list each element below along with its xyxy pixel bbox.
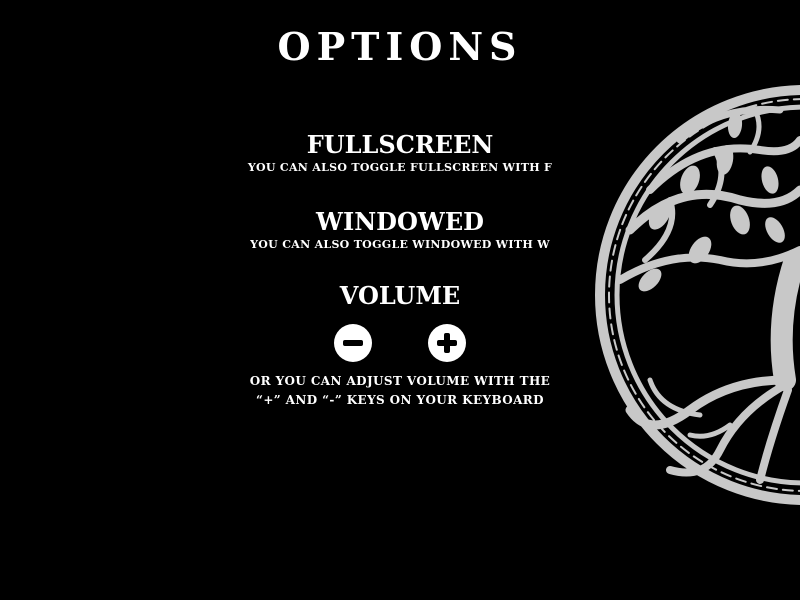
options-screen: OPTIONS FULLSCREEN YOU CAN ALSO TOGGLE F… xyxy=(0,0,800,600)
plus-icon xyxy=(437,333,457,353)
page-title: OPTIONS xyxy=(277,24,523,69)
tree-of-life-icon xyxy=(590,80,800,510)
fullscreen-hint: YOU CAN ALSO TOGGLE FULLSCREEN WITH F xyxy=(247,161,553,174)
windowed-hint: YOU CAN ALSO TOGGLE WINDOWED WITH W xyxy=(250,238,550,251)
windowed-button[interactable]: WINDOWED xyxy=(200,208,600,236)
fullscreen-option[interactable]: FULLSCREEN YOU CAN ALSO TOGGLE FULLSCREE… xyxy=(200,131,600,175)
volume-label: VOLUME xyxy=(339,281,461,310)
volume-down-button[interactable] xyxy=(334,324,372,362)
fullscreen-button[interactable]: FULLSCREEN xyxy=(200,131,600,159)
volume-hint: OR YOU CAN ADJUST VOLUME WITH THE “+” AN… xyxy=(200,372,600,410)
volume-hint-line-2: “+” AND “-” KEYS ON YOUR KEYBOARD xyxy=(256,393,544,407)
volume-hint-line-1: OR YOU CAN ADJUST VOLUME WITH THE xyxy=(249,374,551,388)
minus-icon xyxy=(343,340,363,346)
volume-up-button[interactable] xyxy=(428,324,466,362)
windowed-option[interactable]: WINDOWED YOU CAN ALSO TOGGLE WINDOWED WI… xyxy=(200,208,600,252)
